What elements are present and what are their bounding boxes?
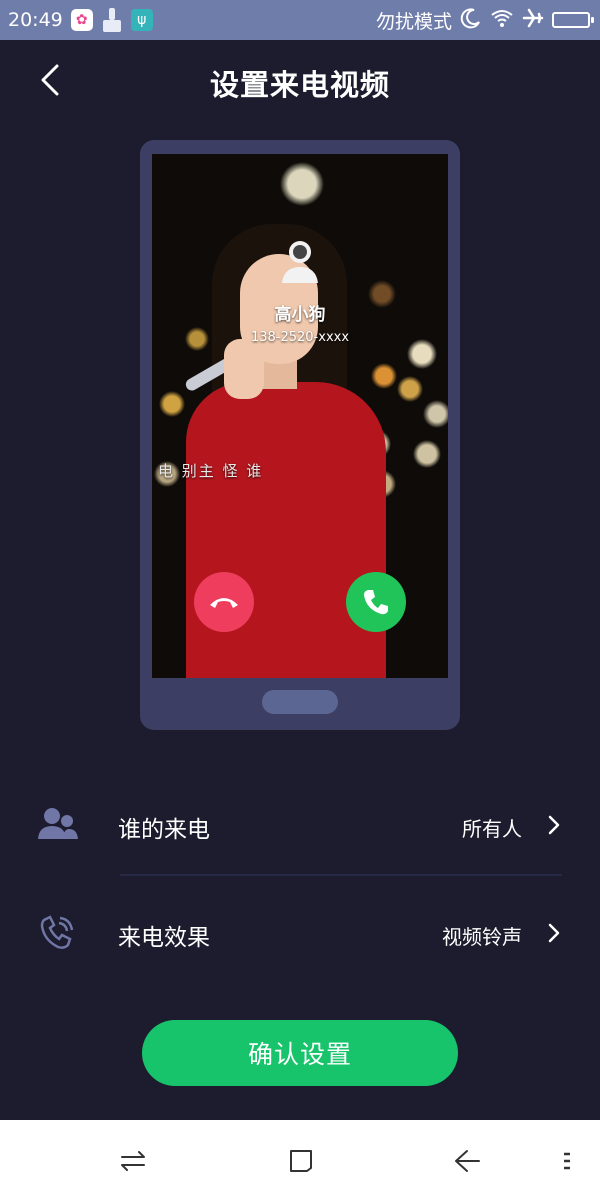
call-effect-row[interactable]: 来电效果 视频铃声 xyxy=(0,884,600,980)
usb-icon: ψ xyxy=(130,9,153,31)
people-icon xyxy=(38,804,78,844)
brush-icon xyxy=(101,8,123,32)
phone-icon xyxy=(364,590,388,615)
who-calls-value: 所有人 xyxy=(462,817,522,841)
status-bar: 20:49 ✿ ψ 勿扰模式 xyxy=(0,0,600,40)
preview-figure-hands xyxy=(224,339,264,399)
phone-preview-frame: 高小狗 138-2520-xxxx 电 别主 怪 谁 xyxy=(140,140,460,730)
square-icon[interactable] xyxy=(286,1146,316,1176)
who-calls-row[interactable]: 谁的来电 所有人 xyxy=(0,776,600,872)
status-left: 20:49 ✿ ψ xyxy=(8,8,153,32)
dnd-label: 勿扰模式 xyxy=(375,10,452,33)
video-preview[interactable]: 高小狗 138-2520-xxxx 电 别主 怪 谁 xyxy=(152,154,448,678)
caller-avatar-icon xyxy=(280,238,320,284)
gallery-app-icon: ✿ xyxy=(70,9,93,31)
decline-call-button xyxy=(194,572,254,632)
caller-name: 高小狗 xyxy=(274,305,326,325)
phone-ring-icon xyxy=(38,912,78,952)
moon-icon xyxy=(460,7,482,34)
video-overlay-text: 电 别主 怪 谁 xyxy=(158,462,264,480)
divider xyxy=(120,874,562,876)
menu-icon[interactable] xyxy=(552,1146,582,1176)
airplane-icon xyxy=(522,7,544,34)
chevron-right-icon xyxy=(544,814,564,836)
status-time: 20:49 xyxy=(8,9,63,31)
wifi-icon xyxy=(490,8,514,33)
confirm-settings-button[interactable]: 确认设置 xyxy=(142,1020,458,1086)
chevron-right-icon xyxy=(544,922,564,944)
page-title: 设置来电视频 xyxy=(209,68,390,102)
back-arrow-icon[interactable] xyxy=(452,1146,482,1176)
battery-icon xyxy=(552,12,594,28)
preview-figure-dress xyxy=(186,382,386,678)
who-calls-label: 谁的来电 xyxy=(118,817,210,843)
call-effect-value: 视频铃声 xyxy=(442,925,522,949)
swap-icon[interactable] xyxy=(118,1146,148,1176)
caller-number: 138-2520-xxxx xyxy=(250,330,350,345)
status-right: 勿扰模式 xyxy=(375,7,594,34)
phone-home-button xyxy=(262,690,338,714)
answer-call-button xyxy=(346,572,406,632)
call-effect-label: 来电效果 xyxy=(118,925,210,951)
hang-up-icon xyxy=(210,598,238,608)
header: 设置来电视频 xyxy=(0,40,600,124)
system-nav-bar xyxy=(0,1120,600,1200)
